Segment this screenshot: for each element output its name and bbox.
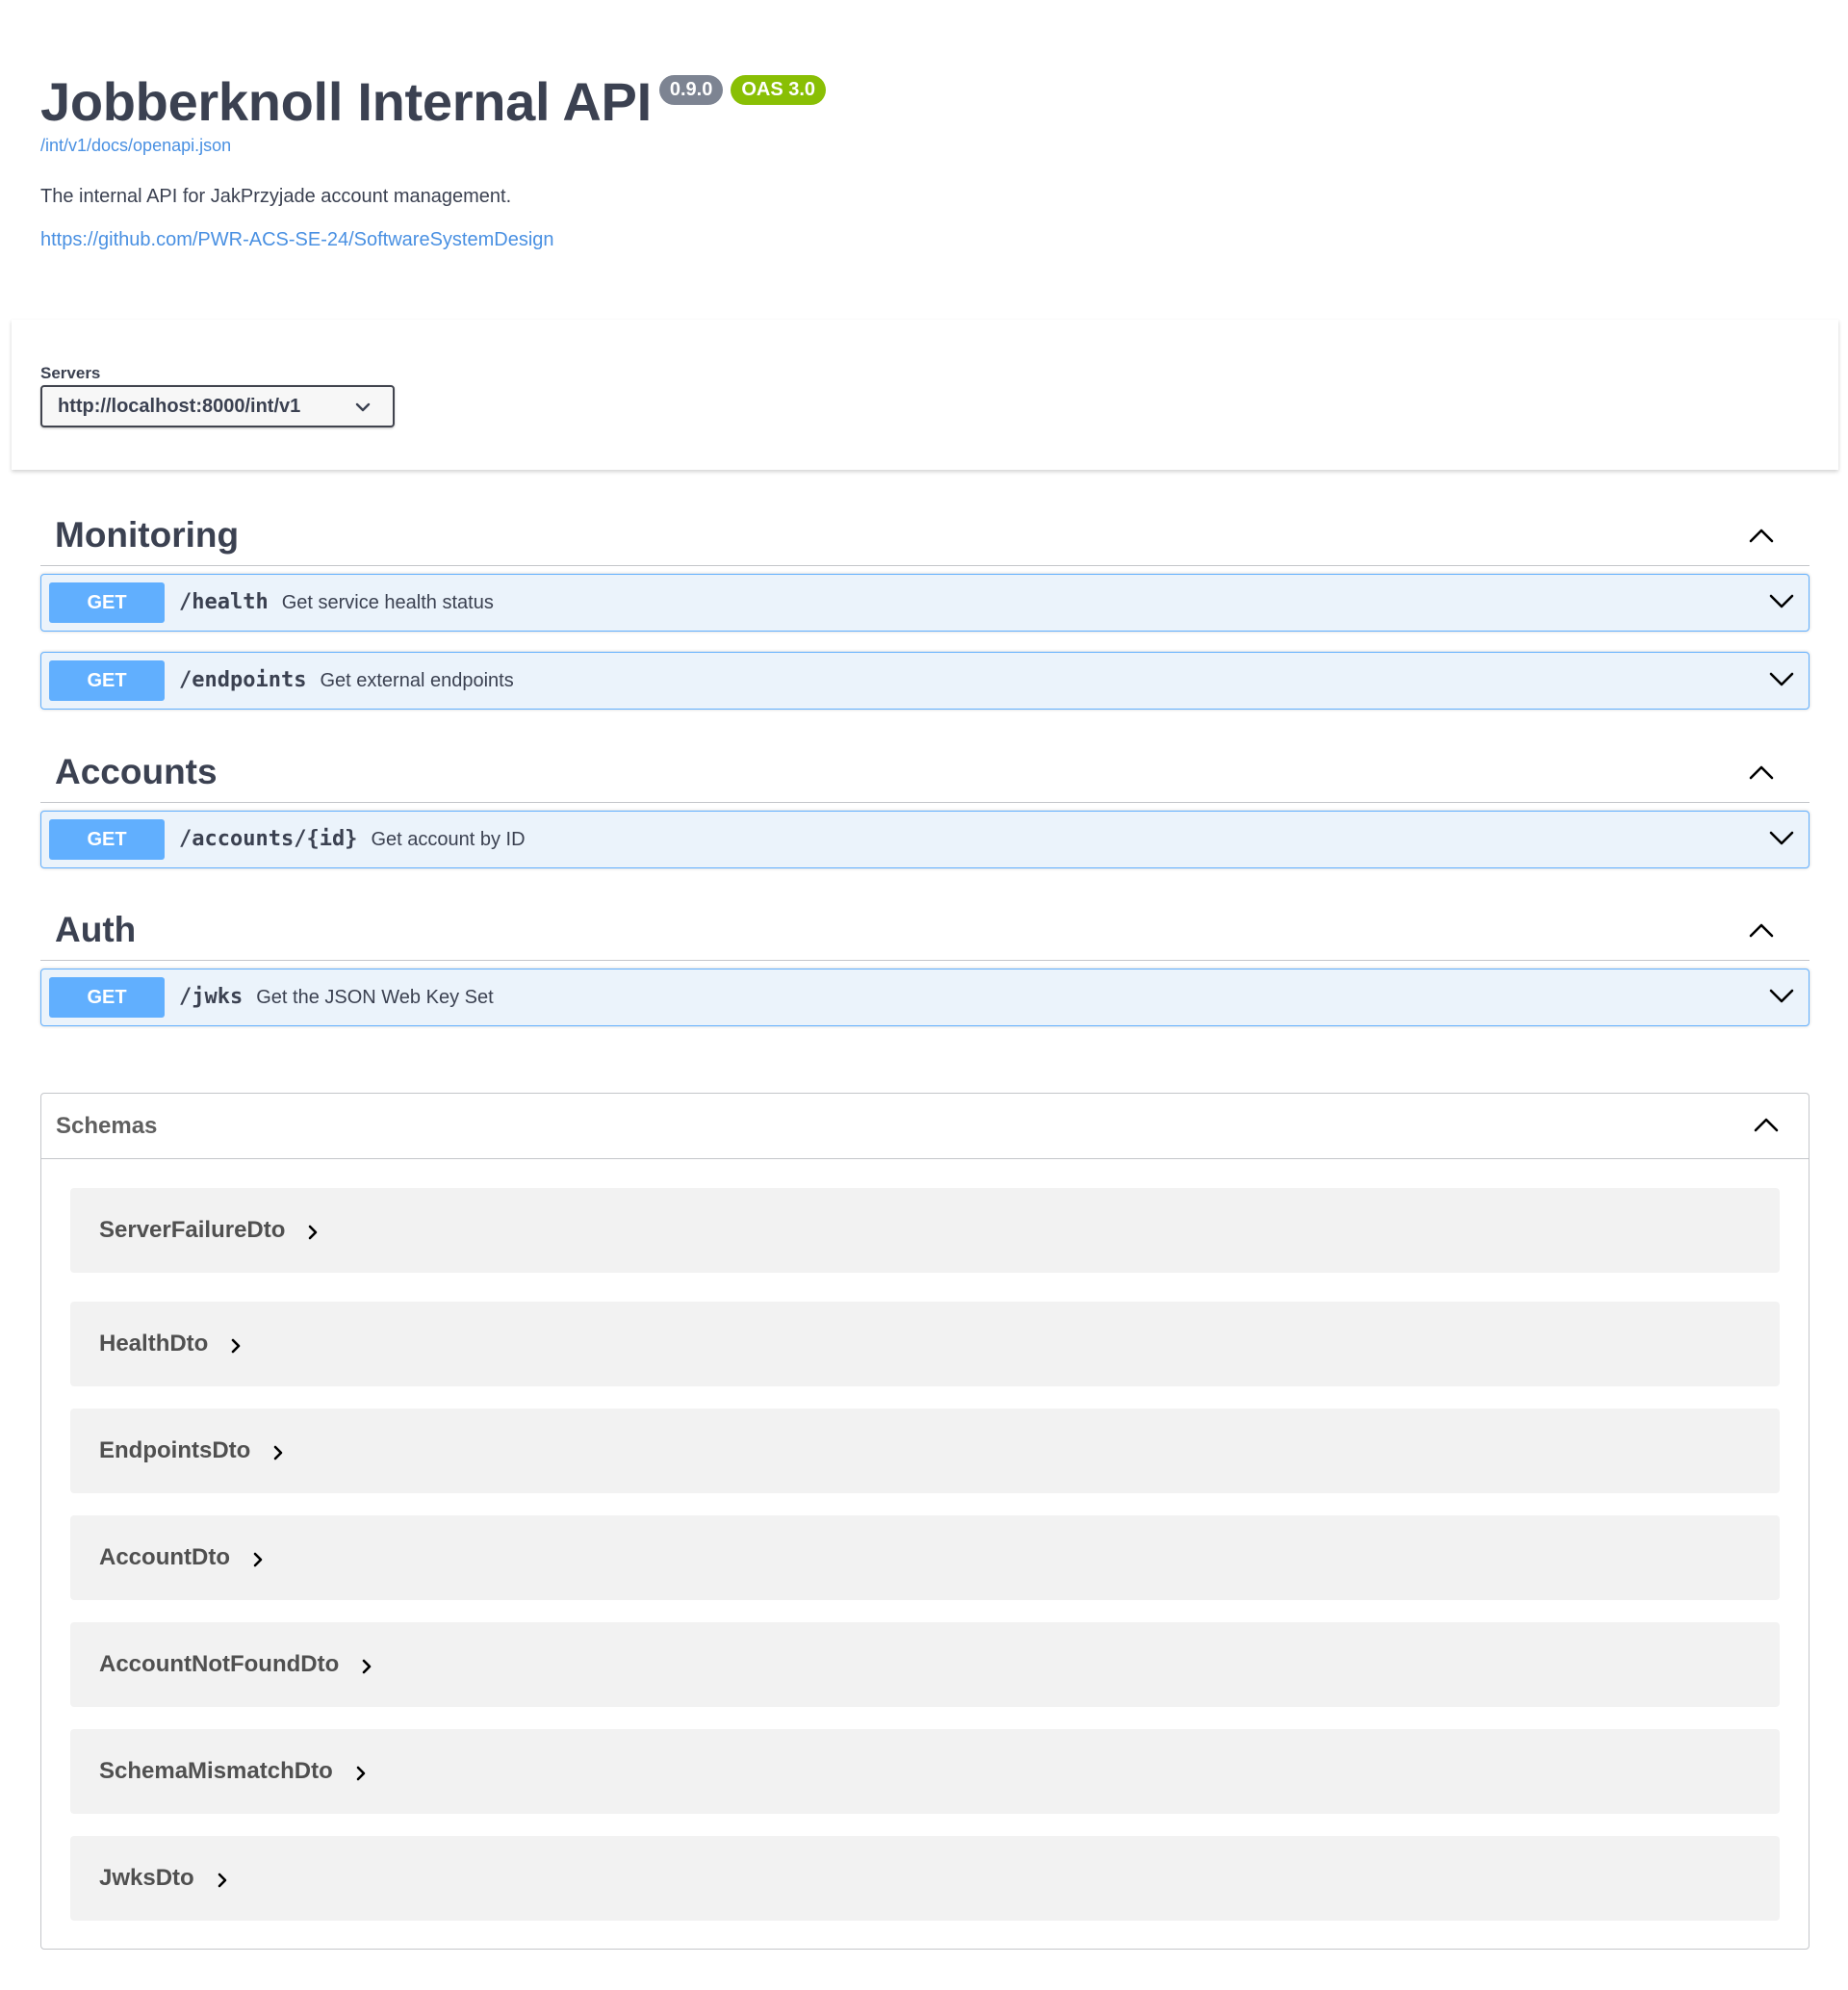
operation-path: /endpoints (179, 668, 307, 692)
operation-path-group: /jwks Get the JSON Web Key Set (179, 969, 494, 1025)
method-badge: GET (49, 660, 165, 701)
schema-name: SchemaMismatchDto (99, 1758, 333, 1784)
chevron-up-icon[interactable] (1748, 762, 1775, 782)
servers-label: Servers (40, 364, 101, 382)
schema-item-content: EndpointsDto (99, 1409, 285, 1493)
schema-name: JwksDto (99, 1865, 194, 1891)
api-info: Jobberknoll Internal API 0.9.0 OAS 3.0 /… (40, 69, 1811, 251)
chevron-up-icon[interactable] (1748, 526, 1775, 545)
schema-item-content: ServerFailureDto (99, 1188, 320, 1273)
operation-path-group: /accounts/{id} Get account by ID (179, 812, 526, 867)
servers-select[interactable]: http://localhost:8000/int/v1 (40, 385, 395, 427)
operation-get-health[interactable]: GET /health Get service health status (40, 574, 1810, 632)
operation-get-endpoints[interactable]: GET /endpoints Get external endpoints (40, 652, 1810, 710)
chevron-down-icon (354, 399, 372, 416)
operation-summary: Get service health status (281, 592, 494, 613)
operation-summary: Get account by ID (371, 829, 526, 850)
schema-name: HealthDto (99, 1331, 209, 1357)
tag-name: Monitoring (55, 515, 240, 555)
oas-badge: OAS 3.0 (731, 75, 827, 105)
schemas-title: Schemas (56, 1113, 158, 1139)
operation-path: /jwks (179, 985, 244, 1009)
schema-name: AccountDto (99, 1544, 230, 1570)
schema-item-content: HealthDto (99, 1302, 243, 1386)
chevron-up-icon[interactable] (1748, 920, 1775, 940)
schema-item-endpointsdto[interactable]: EndpointsDto (70, 1409, 1780, 1493)
repository-link[interactable]: https://github.com/PWR-ACS-SE-24/Softwar… (40, 228, 1811, 251)
chevron-right-icon[interactable] (354, 1765, 368, 1782)
schema-name: EndpointsDto (99, 1437, 251, 1463)
tag-section-monitoring: Monitoring GET /health Get service health… (40, 504, 1810, 710)
schema-item-accountnotfounddto[interactable]: AccountNotFoundDto (70, 1622, 1780, 1707)
operation-path: /accounts/{id} (179, 827, 358, 851)
tag-header-monitoring[interactable]: Monitoring (40, 504, 1810, 566)
swagger-ui-page: Jobberknoll Internal API 0.9.0 OAS 3.0 /… (0, 0, 1848, 1990)
tag-section-accounts: Accounts GET /accounts/{id} Get account b… (40, 741, 1810, 868)
operation-path: /health (179, 590, 269, 614)
chevron-up-icon[interactable] (1753, 1115, 1780, 1134)
schema-item-schemamismatchdto[interactable]: SchemaMismatchDto (70, 1729, 1780, 1814)
chevron-right-icon[interactable] (216, 1872, 229, 1889)
chevron-down-icon[interactable] (1768, 670, 1795, 689)
chevron-right-icon[interactable] (306, 1224, 320, 1241)
operation-get-account-by-id[interactable]: GET /accounts/{id} Get account by ID (40, 811, 1810, 868)
servers-container: Servers http://localhost:8000/int/v1 (12, 320, 1838, 470)
chevron-right-icon[interactable] (360, 1658, 373, 1675)
api-description: The internal API for JakPrzyjade account… (40, 186, 512, 207)
method-badge: GET (49, 819, 165, 860)
tag-name: Accounts (55, 752, 218, 791)
schema-item-content: SchemaMismatchDto (99, 1729, 368, 1814)
schema-item-jwksdto[interactable]: JwksDto (70, 1836, 1780, 1921)
operation-path-group: /endpoints Get external endpoints (179, 653, 514, 709)
version-badge: 0.9.0 (658, 75, 724, 105)
schema-item-accountdto[interactable]: AccountDto (70, 1515, 1780, 1600)
schema-name: ServerFailureDto (99, 1217, 286, 1243)
method-badge: GET (49, 977, 165, 1018)
title-row: Jobberknoll Internal API 0.9.0 OAS 3.0 (40, 69, 1811, 135)
tag-name: Auth (55, 910, 137, 949)
servers-selected-value: http://localhost:8000/int/v1 (58, 395, 301, 417)
schema-item-content: AccountNotFoundDto (99, 1622, 373, 1707)
schemas-header[interactable]: Schemas (41, 1094, 1809, 1159)
tag-header-accounts[interactable]: Accounts (40, 741, 1810, 803)
schema-item-content: AccountDto (99, 1515, 265, 1600)
schema-item-content: JwksDto (99, 1836, 229, 1921)
schema-name: AccountNotFoundDto (99, 1651, 340, 1677)
operation-get-jwks[interactable]: GET /jwks Get the JSON Web Key Set (40, 969, 1810, 1026)
chevron-right-icon[interactable] (229, 1337, 243, 1355)
tag-section-auth: Auth GET /jwks Get the JSON Web Key Set (40, 899, 1810, 1026)
operation-path-group: /health Get service health status (179, 575, 494, 631)
chevron-right-icon[interactable] (271, 1444, 285, 1461)
tag-header-auth[interactable]: Auth (40, 899, 1810, 961)
chevron-down-icon[interactable] (1768, 829, 1795, 848)
openapi-spec-link[interactable]: /int/v1/docs/openapi.json (40, 135, 1811, 156)
operation-summary: Get external endpoints (320, 670, 514, 691)
method-badge: GET (49, 582, 165, 623)
chevron-right-icon[interactable] (251, 1551, 265, 1568)
api-title: Jobberknoll Internal API (40, 71, 652, 132)
schema-item-healthdto[interactable]: HealthDto (70, 1302, 1780, 1386)
schemas-section: Schemas ServerFailureDto HealthDto Endpo… (40, 1093, 1810, 1950)
chevron-down-icon[interactable] (1768, 592, 1795, 611)
schema-item-serverfailuredto[interactable]: ServerFailureDto (70, 1188, 1780, 1273)
operation-summary: Get the JSON Web Key Set (256, 987, 494, 1008)
chevron-down-icon[interactable] (1768, 987, 1795, 1006)
